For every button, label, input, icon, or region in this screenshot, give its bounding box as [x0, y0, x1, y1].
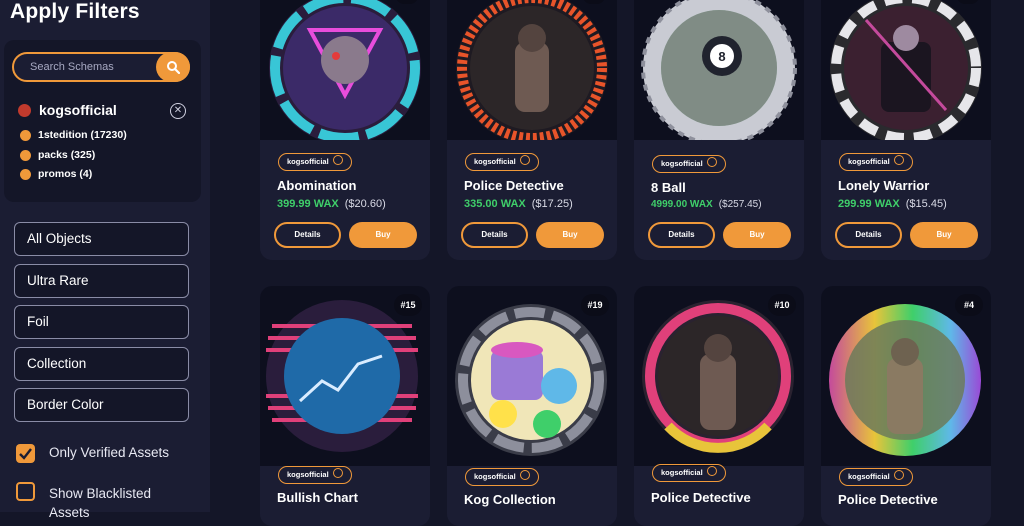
verified-icon: [893, 155, 904, 165]
verified-icon: [332, 468, 343, 478]
owner-tag[interactable]: kogsofficial: [839, 153, 913, 171]
buy-button[interactable]: Buy: [349, 222, 417, 248]
owner-tag[interactable]: kogsofficial: [465, 153, 539, 171]
details-button[interactable]: Details: [461, 222, 528, 248]
owner-tag[interactable]: kogsofficial: [278, 153, 352, 171]
nft-card-bullish-chart[interactable]: #15 kogsofficial Bullish Chart: [260, 286, 430, 526]
schema-panel: Search Schemas kogsofficial ✕ 1stedition…: [4, 40, 201, 202]
lonely-warrior-art-icon: [830, 0, 982, 140]
schema-item-promos[interactable]: promos (4): [20, 168, 93, 180]
owner-tag[interactable]: kogsofficial: [839, 468, 913, 486]
search-button[interactable]: [156, 52, 190, 82]
details-button[interactable]: Details: [274, 222, 341, 248]
nft-card-lonely-warrior[interactable]: kogsofficial Lonely Warrior 299.99 WAX ($…: [821, 0, 991, 260]
card-image: 8: [634, 0, 804, 140]
card-price: 335.00 WAX ($17.25): [464, 198, 573, 210]
card-name: Police Detective: [651, 490, 751, 505]
verified-icon: [519, 155, 530, 165]
filter-all-objects[interactable]: All Objects: [14, 222, 189, 256]
card-price: 299.99 WAX ($15.45): [838, 198, 947, 210]
nft-card-8-ball[interactable]: 8 kogsofficial 8 Ball 4999.00 WAX ($257.4…: [634, 0, 804, 260]
remove-collection-icon[interactable]: ✕: [170, 103, 186, 119]
filter-collection[interactable]: Collection: [14, 347, 189, 381]
filter-foil[interactable]: Foil: [14, 305, 189, 339]
details-button[interactable]: Details: [835, 222, 902, 248]
nft-card-abomination[interactable]: kogsofficial Abomination 399.99 WAX ($20.…: [260, 0, 430, 260]
schema-dot-icon: [20, 130, 31, 141]
card-name: Kog Collection: [464, 492, 556, 507]
police-detective-art-icon: [456, 0, 608, 140]
verified-icon: [519, 470, 530, 480]
nft-card-police-detective-4[interactable]: #4 kogsofficial Police Detective: [821, 286, 991, 526]
schema-label: 1stedition (17230): [38, 129, 127, 141]
sidebar-title: Apply Filters: [10, 0, 140, 23]
card-name: Bullish Chart: [277, 490, 358, 505]
schema-dot-icon: [20, 150, 31, 161]
filter-ultra-rare[interactable]: Ultra Rare: [14, 264, 189, 298]
blacklisted-checkbox[interactable]: [16, 482, 35, 501]
verified-icon: [332, 155, 343, 165]
filter-sidebar: Apply Filters Search Schemas kogsofficia…: [0, 0, 210, 520]
collection-name: kogsofficial: [39, 102, 117, 118]
nft-card-kog-collection[interactable]: #19 kogsofficial Kog Collection: [447, 286, 617, 526]
checkmark-icon: [19, 448, 32, 460]
schema-item-1stedition[interactable]: 1stedition (17230): [20, 129, 127, 141]
owner-tag[interactable]: kogsofficial: [465, 468, 539, 486]
card-price: 399.99 WAX ($20.60): [277, 198, 386, 210]
owner-tag[interactable]: kogsofficial: [652, 464, 726, 482]
card-name: Police Detective: [464, 178, 564, 193]
verified-checkbox[interactable]: [16, 444, 35, 463]
card-name: 8 Ball: [651, 180, 686, 195]
buy-button[interactable]: Buy: [536, 222, 604, 248]
card-image: [260, 0, 430, 140]
buy-button[interactable]: Buy: [723, 222, 791, 248]
verified-label: Only Verified Assets: [49, 445, 170, 460]
8-ball-art-icon: 8: [641, 0, 797, 140]
filter-border-color[interactable]: Border Color: [14, 388, 189, 422]
collection-item[interactable]: kogsofficial: [18, 102, 117, 118]
card-name: Lonely Warrior: [838, 178, 930, 193]
verified-icon: [893, 470, 904, 480]
card-price: 4999.00 WAX ($257.45): [651, 199, 762, 210]
search-placeholder: Search Schemas: [30, 61, 114, 73]
owner-tag[interactable]: kogsofficial: [652, 155, 726, 173]
card-image: [447, 0, 617, 140]
mint-number-badge: #10: [768, 294, 796, 316]
card-name: Abomination: [277, 178, 357, 193]
schema-item-packs[interactable]: packs (325): [20, 149, 96, 161]
mint-number-badge: #15: [394, 294, 422, 316]
search-schemas-input[interactable]: Search Schemas: [12, 52, 190, 82]
abomination-art-icon: [269, 0, 421, 140]
search-icon: [167, 61, 180, 74]
details-button[interactable]: Details: [648, 222, 715, 248]
nft-card-police-detective[interactable]: kogsofficial Police Detective 335.00 WAX…: [447, 0, 617, 260]
collection-logo-icon: [18, 104, 31, 117]
mint-number-badge: #19: [581, 294, 609, 316]
mint-number-badge: #4: [955, 294, 983, 316]
card-image: [821, 0, 991, 140]
schema-dot-icon: [20, 169, 31, 180]
card-name: Police Detective: [838, 492, 938, 507]
nft-card-police-detective-10[interactable]: #10 kogsofficial Police Detective: [634, 286, 804, 526]
svg-text:8: 8: [718, 49, 725, 64]
blacklisted-label: Show Blacklisted Assets: [49, 486, 152, 520]
owner-tag[interactable]: kogsofficial: [278, 466, 352, 484]
verified-icon: [706, 157, 717, 167]
buy-button[interactable]: Buy: [910, 222, 978, 248]
schema-label: packs (325): [38, 149, 96, 161]
schema-label: promos (4): [38, 168, 93, 180]
verified-icon: [706, 466, 717, 476]
